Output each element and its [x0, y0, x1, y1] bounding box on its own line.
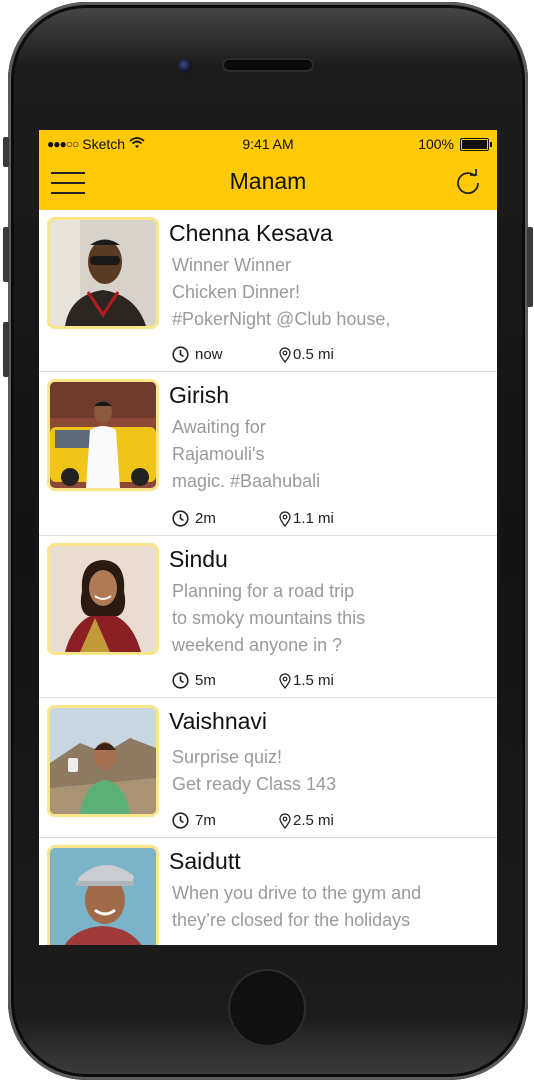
post-distance: 0.5 mi	[279, 346, 334, 363]
battery-percent: 100%	[418, 136, 454, 152]
post-distance: 2.5 mi	[279, 812, 334, 829]
post-line: Awaiting for	[172, 417, 266, 437]
feed-list: Chenna Kesava Winner Winner Chicken Dinn…	[39, 210, 497, 945]
post-line: Planning for a road trip	[172, 581, 355, 601]
feed-item[interactable]: Girish Awaiting for Rajamouli's magic. #…	[39, 372, 497, 536]
mute-switch	[3, 137, 9, 167]
post-author: Girish	[169, 382, 230, 408]
home-button[interactable]	[228, 969, 306, 1047]
location-pin-icon	[279, 672, 291, 689]
post-text: Awaiting for Rajamouli's magic. #Baahuba…	[172, 414, 472, 495]
post-meta: 5m 1.5 mi	[172, 672, 334, 689]
front-camera	[178, 59, 192, 73]
post-time: 5m	[172, 672, 279, 689]
location-pin-icon	[279, 510, 291, 527]
post-meta: now 0.5 mi	[172, 346, 334, 363]
avatar	[47, 379, 159, 491]
post-distance-label: 2.5 mi	[293, 812, 334, 829]
post-line: to smoky mountains this	[172, 608, 366, 628]
location-pin-icon	[279, 346, 291, 363]
feed-item[interactable]: Chenna Kesava Winner Winner Chicken Dinn…	[39, 210, 497, 372]
avatar	[47, 845, 159, 945]
post-time-label: 7m	[195, 812, 216, 829]
post-distance-label: 0.5 mi	[293, 346, 334, 363]
post-line: Chicken Dinner!	[172, 282, 301, 302]
post-text: Planning for a road trip to smoky mounta…	[172, 578, 472, 659]
post-line: Rajamouli's	[172, 444, 265, 464]
post-line: magic. #Baahubali	[172, 471, 321, 491]
volume-down-button	[3, 322, 9, 377]
post-author: Sindu	[169, 546, 228, 572]
battery-icon	[460, 137, 492, 151]
post-time-label: now	[195, 346, 223, 363]
nav-bar: Manam	[39, 158, 497, 210]
post-line: When you drive to the gym and	[172, 883, 422, 903]
post-distance: 1.5 mi	[279, 672, 334, 689]
app-screen: ●●●○○ Sketch 9:41 AM 100% Manam Chenna K…	[39, 130, 497, 945]
post-text: When you drive to the gym and they’re cl…	[172, 880, 492, 934]
clock-icon	[172, 812, 189, 829]
clock-icon	[172, 672, 189, 689]
post-time: 7m	[172, 812, 279, 829]
post-line: Get ready Class 143	[172, 774, 337, 794]
post-text: Winner Winner Chicken Dinner! #PokerNigh…	[172, 252, 472, 333]
post-meta: 7m 2.5 mi	[172, 812, 334, 829]
post-text: Surprise quiz! Get ready Class 143	[172, 744, 472, 798]
post-line: they’re closed for the holidays	[172, 910, 411, 930]
post-line: Winner Winner	[172, 255, 292, 275]
status-right: 100%	[418, 136, 492, 152]
refresh-icon[interactable]	[453, 168, 483, 198]
post-line: weekend anyone in ?	[172, 635, 343, 655]
post-time: now	[172, 346, 279, 363]
clock-icon	[172, 346, 189, 363]
avatar	[47, 217, 159, 329]
post-line: #PokerNight @Club house,	[172, 309, 391, 329]
feed-item[interactable]: Vaishnavi Surprise quiz! Get ready Class…	[39, 698, 497, 838]
post-distance-label: 1.5 mi	[293, 672, 334, 689]
power-button	[527, 227, 533, 307]
post-author: Saidutt	[169, 848, 241, 874]
post-line: Surprise quiz!	[172, 747, 283, 767]
post-time-label: 5m	[195, 672, 216, 689]
location-pin-icon	[279, 812, 291, 829]
post-time-label: 2m	[195, 510, 216, 527]
post-meta: 2m 1.1 mi	[172, 510, 334, 527]
app-title: Manam	[229, 168, 307, 194]
avatar	[47, 705, 159, 817]
post-distance: 1.1 mi	[279, 510, 334, 527]
status-bar: ●●●○○ Sketch 9:41 AM 100%	[39, 130, 497, 158]
earpiece-speaker	[222, 58, 314, 72]
post-distance-label: 1.1 mi	[293, 510, 334, 527]
post-author: Vaishnavi	[169, 708, 268, 734]
feed-item[interactable]: Sindu Planning for a road trip to smoky …	[39, 536, 497, 698]
post-time: 2m	[172, 510, 279, 527]
feed-item[interactable]: Saidutt When you drive to the gym and th…	[39, 838, 497, 945]
volume-up-button	[3, 227, 9, 282]
clock-icon	[172, 510, 189, 527]
avatar	[47, 543, 159, 655]
post-author: Chenna Kesava	[169, 220, 333, 246]
